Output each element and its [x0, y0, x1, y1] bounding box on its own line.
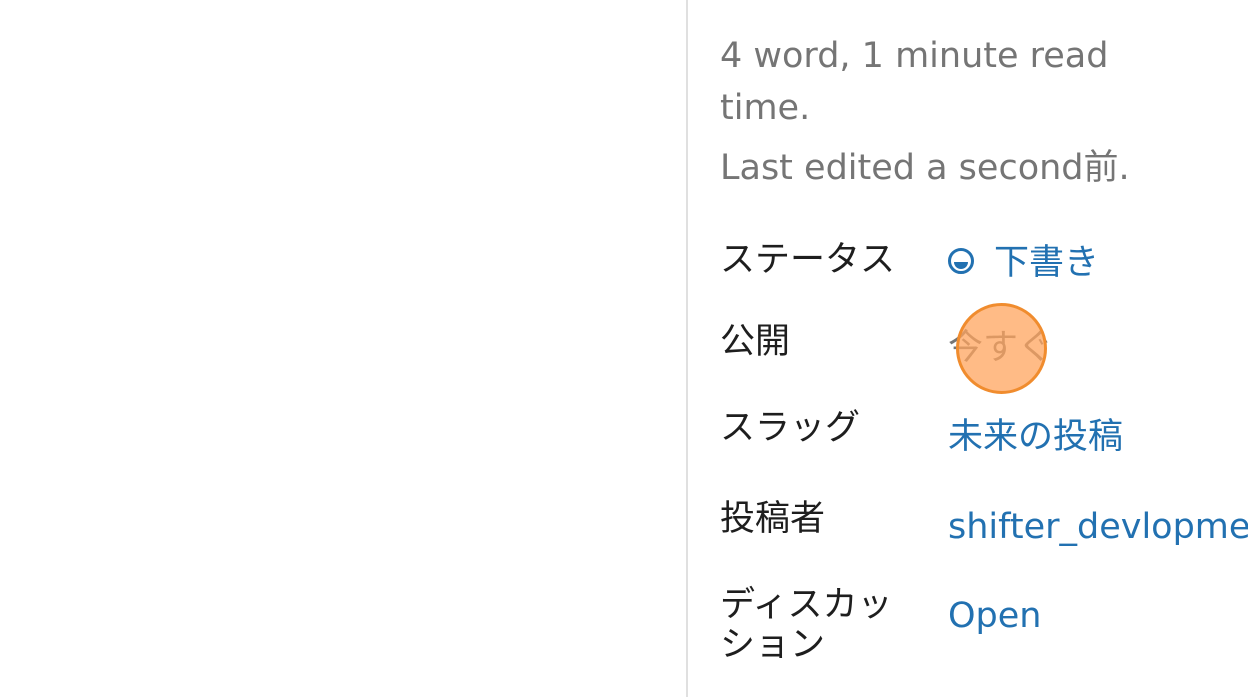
- post-summary-sidebar: 4 word, 1 minute read time. Last edited …: [688, 0, 1248, 697]
- editor-canvas[interactable]: [0, 0, 686, 697]
- discussion-toggle[interactable]: Open: [948, 596, 1041, 636]
- slug-link[interactable]: 未来の投稿: [948, 417, 1123, 457]
- status-label: ステータス: [720, 240, 896, 280]
- author-select[interactable]: shifter_devlopment: [948, 507, 1248, 547]
- publish-date-button[interactable]: 今すぐ: [948, 328, 1053, 368]
- last-edited-text: Last edited a second前.: [720, 148, 1130, 188]
- slug-label: スラッグ: [720, 408, 861, 448]
- draft-circle-icon: [948, 248, 974, 274]
- author-label: 投稿者: [720, 499, 826, 539]
- publish-label: 公開: [720, 322, 791, 362]
- status-value: 下書き: [994, 243, 1100, 283]
- editor-page: 4 word, 1 minute read time. Last edited …: [0, 0, 1248, 697]
- discussion-label: ディスカッション: [720, 585, 893, 665]
- word-count-stats: 4 word, 1 minute read time.: [720, 36, 1109, 128]
- status-toggle-button[interactable]: 下書き: [948, 243, 1099, 283]
